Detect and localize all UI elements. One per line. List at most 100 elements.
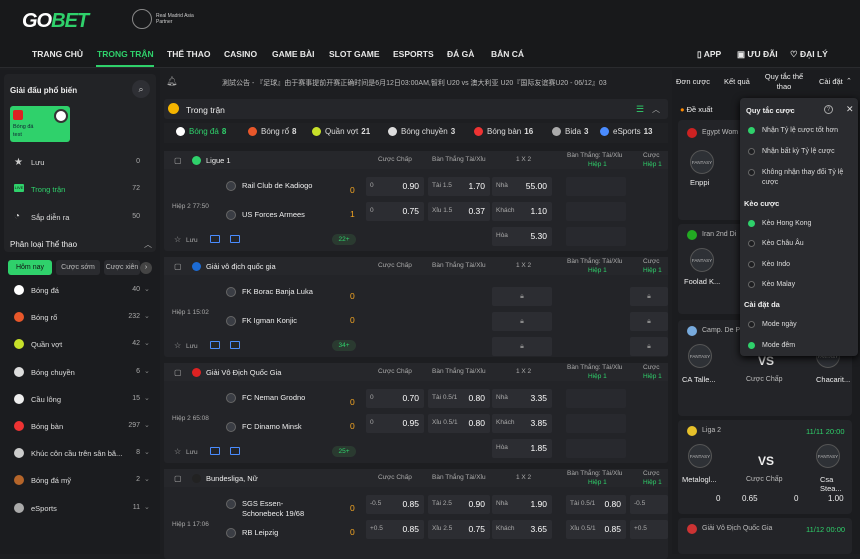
home-team[interactable]: FK Borac Banja Luka	[242, 287, 322, 297]
sport-tab[interactable]: eSports 13	[600, 127, 652, 137]
sport-item-label[interactable]: eSports	[31, 504, 57, 513]
nav-app[interactable]: ▯ APP	[697, 49, 721, 60]
1x2-odds[interactable]: Khách 3.65	[492, 520, 552, 539]
league-name[interactable]: Bundesliga, Nữ	[206, 474, 258, 483]
handicap-h1-odds[interactable]: -0.5	[630, 495, 668, 514]
sport-item-label[interactable]: Bóng đá mỹ	[31, 476, 71, 485]
1x2-odds[interactable]: Nhà 1.90	[492, 495, 552, 514]
handicap-odds[interactable]: 0 0.95	[366, 414, 424, 433]
more-markets-button[interactable]: 25+	[332, 446, 356, 457]
suggest-card-5[interactable]: Giải Vô Địch Quốc Gia 11/12 00:00	[678, 518, 852, 554]
nav-esports[interactable]: ESPORTS	[393, 49, 434, 59]
card4-v1[interactable]: 0	[716, 494, 720, 503]
1x2-odds[interactable]: Khách 1.10	[492, 202, 552, 221]
over-under-odds[interactable]: Tài 0.5/1 0.80	[428, 389, 490, 408]
over-under-h1-odds[interactable]: Xỉu 0.5/1 0.85	[566, 520, 626, 539]
suggest-card-4[interactable]: Liga 2 11/11 20:00 FANTASY FANTASY VS Me…	[678, 420, 852, 514]
nav-casino[interactable]: CASINO	[224, 49, 257, 59]
sport-tab[interactable]: Bóng bàn 16	[474, 127, 533, 137]
nav-agent[interactable]: ♡ ĐẠI LÝ	[790, 49, 828, 60]
chevron-down-icon[interactable]: ⌄	[144, 448, 150, 456]
sport-item-label[interactable]: Bóng bàn	[31, 422, 63, 431]
more-markets-button[interactable]: 22+	[332, 234, 356, 245]
bookmark-icon[interactable]: ▢	[174, 368, 182, 377]
over-under-h1-odds[interactable]: Tài 0.5/1 0.80	[566, 495, 626, 514]
home-team[interactable]: FC Neman Grodno	[242, 393, 322, 403]
settings-chevron-icon[interactable]: ⌃	[846, 77, 852, 85]
sport-tab[interactable]: Bóng chuyền 3	[388, 127, 455, 137]
radio-malay[interactable]	[748, 281, 755, 288]
away-team[interactable]: FK Igman Konjic	[242, 316, 322, 326]
tab-early[interactable]: Cược sớm	[56, 260, 100, 275]
more-markets-button[interactable]: 34+	[332, 340, 356, 351]
over-under-odds[interactable]: Xỉu 0.5/1 0.80	[428, 414, 490, 433]
sport-item-label[interactable]: Cầu lông	[31, 395, 61, 404]
1x2-odds[interactable]: Khách 3.85	[492, 414, 552, 433]
results-tab[interactable]: Kết quả	[724, 77, 750, 86]
sport-tab[interactable]: Bida 3	[552, 127, 588, 137]
over-under-odds[interactable]: Xỉu 2.5 0.75	[428, 520, 490, 539]
chevron-down-icon[interactable]: ⌄	[144, 339, 150, 347]
star-icon[interactable]: ☆	[174, 235, 181, 244]
quick-live[interactable]: Trong trận	[31, 185, 65, 194]
opt-day[interactable]: Mode ngày	[762, 320, 854, 330]
handicap-h1-odds[interactable]: +0.5	[630, 520, 668, 539]
sport-tab[interactable]: Bóng đá 8	[176, 127, 226, 137]
bookmark-icon[interactable]: ▢	[174, 156, 182, 165]
radio-hk[interactable]	[748, 220, 755, 227]
1x2-odds[interactable]: Nhà 3.35	[492, 389, 552, 408]
radio-eu[interactable]	[748, 240, 755, 247]
league-name[interactable]: Giải Vô Địch Quốc Gia	[206, 368, 281, 377]
sport-item-label[interactable]: Bóng rổ	[31, 313, 57, 322]
nav-live[interactable]: TRONG TRẬN	[97, 49, 154, 59]
1x2-odds[interactable]: Nhà 55.00	[492, 177, 552, 196]
away-team[interactable]: US Forces Armees	[242, 210, 322, 220]
opt-better-odds[interactable]: Nhận Tỷ lệ cược tốt hơn	[762, 126, 854, 136]
chevron-down-icon[interactable]: ⌄	[144, 503, 150, 511]
stats-icon[interactable]	[230, 341, 240, 349]
tab-parlay[interactable]: Cược xiên	[104, 260, 140, 275]
save-label[interactable]: Lưu	[186, 237, 198, 244]
help-icon[interactable]: ?	[824, 105, 833, 114]
radio-no-change[interactable]	[748, 169, 755, 176]
sport-item-label[interactable]: Khúc côn cầu trên sân bă...	[31, 449, 122, 458]
chevron-down-icon[interactable]: ⌄	[144, 312, 150, 320]
quick-saved[interactable]: Lưu	[31, 158, 44, 167]
home-team[interactable]: SGS Essen-Schonebeck 19/68	[242, 499, 322, 519]
sport-tab[interactable]: Quần vợt 21	[312, 127, 370, 137]
card4-v2[interactable]: 0.65	[742, 494, 758, 503]
nav-promotions[interactable]: ▣ ƯU ĐÃI	[737, 49, 778, 60]
tab-today[interactable]: Hôm nay	[8, 260, 52, 275]
radio-better-odds[interactable]	[748, 127, 755, 134]
settings-tab[interactable]: Cài đặt	[819, 77, 843, 86]
collapse-icon[interactable]: ︿	[652, 104, 660, 115]
sports-rules-tab[interactable]: Quy tắc thể thao	[764, 72, 804, 92]
star-icon[interactable]: ☆	[174, 341, 181, 350]
save-label[interactable]: Lưu	[186, 343, 198, 350]
opt-indo[interactable]: Kèo Indo	[762, 260, 854, 270]
nav-home[interactable]: TRANG CHỦ	[32, 49, 83, 59]
league-name[interactable]: Ligue 1	[206, 156, 231, 165]
chevron-down-icon[interactable]: ⌄	[144, 394, 150, 402]
sport-item-label[interactable]: Quần vợt	[31, 340, 62, 349]
handicap-odds[interactable]: -0.5 0.85	[366, 495, 424, 514]
nav-card-games[interactable]: GAME BÀI	[272, 49, 315, 59]
1x2-odds[interactable]: Hòa 5.30	[492, 227, 552, 246]
quick-upcoming[interactable]: Sắp diễn ra	[31, 213, 69, 222]
sport-tab[interactable]: Bóng rổ 8	[248, 127, 296, 137]
nav-fishing[interactable]: BẮN CÁ	[491, 49, 524, 59]
search-icon[interactable]: ⌕	[132, 80, 150, 98]
opt-any-odds[interactable]: Nhận bất kỳ Tỷ lệ cược	[762, 147, 854, 157]
chevron-down-icon[interactable]: ⌄	[144, 475, 150, 483]
1x2-odds[interactable]: Hòa 1.85	[492, 439, 552, 458]
chevron-down-icon[interactable]: ⌄	[144, 421, 150, 429]
logo[interactable]: GOBET	[22, 10, 89, 33]
opt-eu[interactable]: Kèo Châu Âu	[762, 239, 854, 249]
chevron-right-icon[interactable]: ›	[140, 262, 152, 274]
bet-slip-tab[interactable]: Đơn cược	[676, 77, 710, 86]
save-label[interactable]: Lưu	[186, 449, 198, 456]
tv-icon[interactable]	[210, 341, 220, 349]
away-team[interactable]: RB Leipzig	[242, 528, 322, 538]
opt-night[interactable]: Mode đêm	[762, 341, 854, 351]
opt-hk[interactable]: Kèo Hong Kong	[762, 219, 854, 229]
